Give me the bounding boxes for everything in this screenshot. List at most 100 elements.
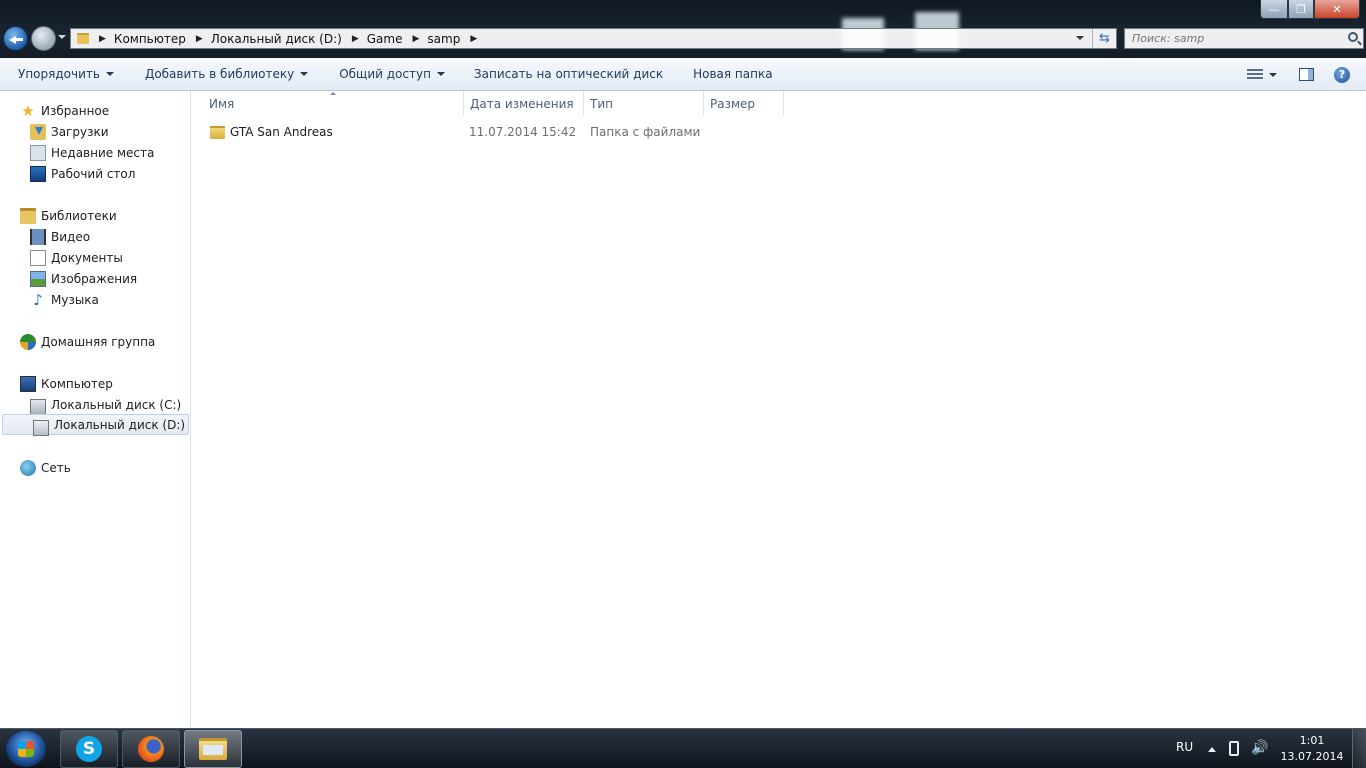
file-row[interactable]: GTA San Andreas 11.07.2014 15:42 Папка с… bbox=[204, 122, 704, 142]
nav-video-label: Видео bbox=[51, 229, 91, 244]
chevron-down-icon bbox=[105, 72, 114, 76]
taskbar-firefox[interactable] bbox=[122, 730, 180, 768]
nav-desktop[interactable]: Рабочий стол bbox=[0, 163, 189, 184]
breadcrumb-game[interactable]: Game bbox=[367, 32, 403, 46]
column-date-label: Дата изменения bbox=[470, 96, 574, 111]
nav-drive-c-label: Локальный диск (C:) bbox=[51, 397, 182, 412]
recent-pages-dropdown[interactable] bbox=[58, 35, 66, 39]
star-icon: ★ bbox=[21, 101, 35, 120]
chevron-down-icon bbox=[300, 72, 309, 76]
command-bar: Упорядочить Добавить в библиотеку Общий … bbox=[0, 58, 1366, 91]
breadcrumb-separator[interactable]: ▶ bbox=[352, 34, 359, 44]
volume-icon[interactable]: 🔊 bbox=[1251, 740, 1268, 756]
file-list[interactable]: Имя Дата изменения Тип Размер GTA San An… bbox=[191, 91, 1366, 728]
burn-button[interactable]: Записать на оптический диск bbox=[458, 58, 676, 91]
windows-logo-icon bbox=[18, 741, 34, 757]
breadcrumb-separator[interactable]: ▶ bbox=[470, 34, 477, 44]
skype-icon: S bbox=[76, 736, 102, 762]
desktop-icon bbox=[30, 165, 46, 182]
nav-video[interactable]: Видео bbox=[0, 226, 189, 247]
music-library-icon: ♪ bbox=[33, 290, 43, 309]
address-history-dropdown[interactable] bbox=[1076, 36, 1084, 40]
preview-pane-icon[interactable] bbox=[1299, 68, 1314, 81]
file-name: GTA San Andreas bbox=[230, 125, 333, 139]
close-button[interactable]: ✕ bbox=[1314, 0, 1360, 19]
file-date-modified: 11.07.2014 15:42 bbox=[469, 125, 577, 139]
nav-homegroup[interactable]: Домашняя группа bbox=[0, 331, 189, 352]
nav-libraries[interactable]: Библиотеки bbox=[0, 205, 189, 226]
nav-libraries-label: Библиотеки bbox=[41, 208, 117, 223]
forward-button[interactable] bbox=[31, 26, 56, 51]
nav-drive-c[interactable]: Локальный диск (C:) bbox=[0, 394, 189, 415]
taskbar-skype[interactable]: S bbox=[60, 730, 118, 768]
share-button[interactable]: Общий доступ bbox=[321, 58, 458, 91]
column-size-label: Размер bbox=[710, 96, 756, 111]
nav-documents-label: Документы bbox=[51, 250, 123, 265]
nav-favorites[interactable]: ★ Избранное bbox=[0, 100, 189, 121]
back-button[interactable] bbox=[3, 26, 28, 51]
search-box[interactable] bbox=[1124, 28, 1364, 49]
nav-computer[interactable]: Компьютер bbox=[0, 373, 189, 394]
organize-button[interactable]: Упорядочить bbox=[0, 58, 127, 91]
column-header-date[interactable]: Дата изменения bbox=[464, 91, 584, 116]
view-options-dropdown[interactable] bbox=[1269, 72, 1277, 77]
breadcrumb-computer[interactable]: Компьютер bbox=[114, 32, 186, 46]
breadcrumb-separator[interactable]: ▶ bbox=[412, 34, 419, 44]
command-bar-right: ? bbox=[1247, 58, 1366, 91]
add-to-library-label: Добавить в библиотеку bbox=[144, 67, 295, 81]
power-icon[interactable] bbox=[1229, 741, 1239, 756]
breadcrumb-drive-d[interactable]: Локальный диск (D:) bbox=[211, 32, 342, 46]
nav-network[interactable]: Сеть bbox=[0, 457, 189, 478]
nav-drive-d[interactable]: Локальный диск (D:) bbox=[2, 414, 189, 436]
firefox-icon bbox=[138, 736, 164, 762]
column-header-size[interactable]: Размер bbox=[704, 91, 784, 116]
maximize-button[interactable]: ❐ bbox=[1288, 0, 1314, 19]
search-input[interactable] bbox=[1125, 29, 1335, 48]
help-icon[interactable]: ? bbox=[1334, 66, 1350, 83]
view-options-icon[interactable] bbox=[1247, 68, 1263, 81]
nav-favorites-label: Избранное bbox=[41, 103, 110, 118]
nav-network-label: Сеть bbox=[41, 460, 71, 475]
taskbar: S RU 🔊 1:01 13.07.2014 bbox=[0, 728, 1366, 768]
minimize-button[interactable]: — bbox=[1260, 0, 1288, 19]
nav-music[interactable]: ♪ Музыка bbox=[0, 289, 189, 310]
file-type: Папка с файлами bbox=[590, 125, 701, 139]
new-folder-button[interactable]: Новая папка bbox=[676, 58, 785, 91]
window-controls: — ❐ ✕ bbox=[1260, 0, 1360, 19]
explorer-folder-icon bbox=[199, 738, 227, 760]
clock-time: 1:01 bbox=[1299, 734, 1325, 747]
network-icon bbox=[20, 459, 36, 476]
nav-downloads-label: Загрузки bbox=[51, 124, 109, 139]
taskbar-explorer[interactable] bbox=[184, 730, 242, 768]
nav-documents[interactable]: Документы bbox=[0, 247, 189, 268]
address-bar[interactable]: ▶ Компьютер ▶ Локальный диск (D:) ▶ Game… bbox=[70, 28, 1117, 49]
nav-downloads[interactable]: Загрузки bbox=[0, 121, 189, 142]
nav-pictures-label: Изображения bbox=[51, 271, 138, 286]
new-folder-label: Новая папка bbox=[693, 67, 773, 81]
nav-desktop-label: Рабочий стол bbox=[51, 166, 136, 181]
folder-icon bbox=[210, 125, 225, 139]
add-to-library-button[interactable]: Добавить в библиотеку bbox=[127, 58, 321, 91]
start-button[interactable] bbox=[6, 731, 46, 767]
language-indicator[interactable]: RU bbox=[1176, 740, 1193, 754]
system-drive-icon bbox=[30, 399, 46, 415]
nav-homegroup-label: Домашняя группа bbox=[41, 334, 156, 349]
sort-ascending-icon bbox=[330, 92, 336, 95]
breadcrumb-separator[interactable]: ▶ bbox=[196, 34, 203, 44]
drive-icon bbox=[33, 419, 49, 436]
column-header-type[interactable]: Тип bbox=[584, 91, 704, 116]
show-hidden-icons-arrow-icon[interactable] bbox=[1208, 747, 1216, 752]
clock-date: 13.07.2014 bbox=[1280, 750, 1344, 763]
show-desktop-button[interactable] bbox=[1352, 729, 1366, 768]
refresh-button[interactable]: ⇆ bbox=[1092, 29, 1116, 48]
breadcrumb-separator[interactable]: ▶ bbox=[99, 34, 106, 44]
back-arrow-icon bbox=[15, 38, 23, 41]
nav-pictures[interactable]: Изображения bbox=[0, 268, 189, 289]
navigation-pane[interactable]: ★ Избранное Загрузки Недавние места Рабо… bbox=[0, 91, 191, 728]
nav-drive-d-label: Локальный диск (D:) bbox=[54, 417, 186, 432]
breadcrumb-samp[interactable]: samp bbox=[427, 32, 460, 46]
pictures-library-icon bbox=[30, 270, 46, 287]
search-icon[interactable] bbox=[1348, 32, 1358, 42]
clock[interactable]: 1:01 13.07.2014 bbox=[1276, 733, 1348, 765]
nav-recent-places[interactable]: Недавние места bbox=[0, 142, 189, 163]
